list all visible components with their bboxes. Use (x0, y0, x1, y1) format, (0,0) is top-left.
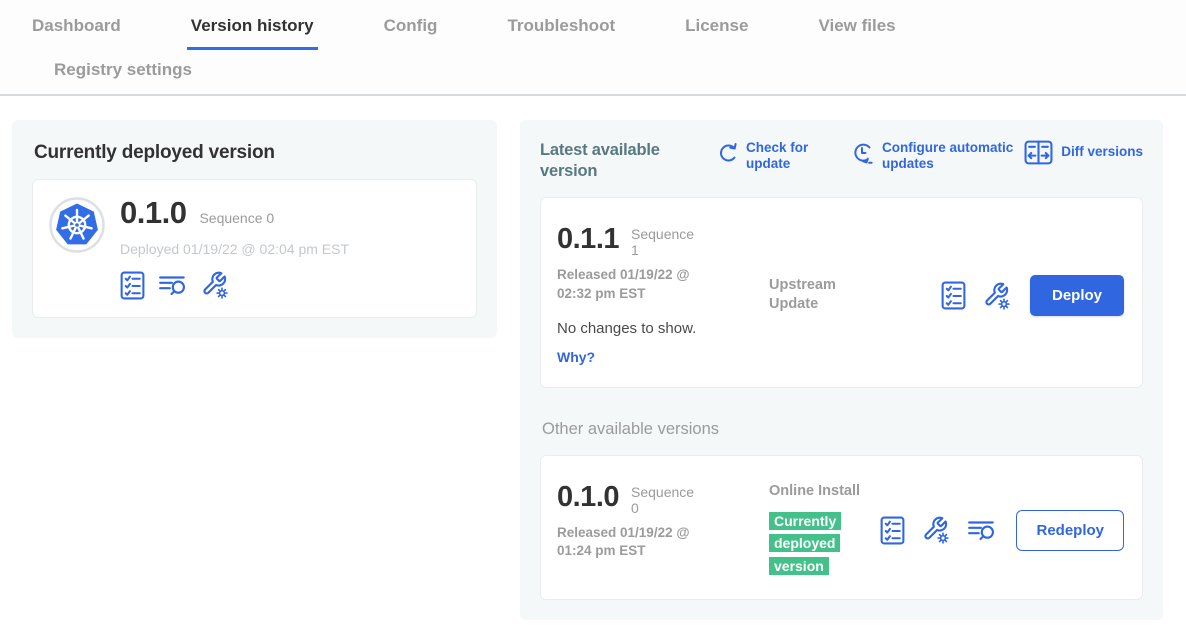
deploy-logs-icon[interactable] (967, 517, 997, 543)
deployed-timestamp: Deployed 01/19/22 @ 02:04 pm EST (120, 241, 349, 257)
why-link[interactable]: Why? (557, 349, 595, 365)
check-for-update-label: Check for update (746, 140, 828, 172)
tab-view-files[interactable]: View files (814, 16, 899, 50)
other-version-number: 0.1.0 (557, 482, 619, 512)
latest-sequence-label: Sequence 1 (631, 224, 703, 258)
preflight-checklist-icon[interactable] (880, 516, 905, 545)
other-card-actions: Redeploy (880, 510, 1124, 551)
latest-released-timestamp: Released 01/19/22 @ 02:32 pm EST (557, 266, 722, 302)
nav-row-1: Dashboard Version history Config Trouble… (0, 16, 1186, 50)
latest-card-actions: Deploy (941, 275, 1124, 316)
preflight-checklist-icon[interactable] (120, 271, 145, 300)
diff-versions-label: Diff versions (1061, 144, 1143, 160)
latest-version-card: 0.1.1 Sequence 1 Released 01/19/22 @ 02:… (540, 197, 1143, 388)
main-nav: Dashboard Version history Config Trouble… (0, 0, 1186, 96)
no-changes-text: No changes to show. (557, 320, 769, 337)
currently-deployed-badge: Currently deployed version (769, 512, 841, 576)
deployed-version-number: 0.1.0 (120, 197, 186, 230)
other-card-info: 0.1.0 Sequence 0 Released 01/19/22 @ 01:… (557, 482, 769, 579)
tab-registry-settings[interactable]: Registry settings (50, 60, 196, 82)
diff-versions-link[interactable]: Diff versions (1024, 140, 1143, 165)
other-versions-title: Other available versions (542, 420, 1143, 439)
check-for-update-link[interactable]: Check for update (716, 140, 828, 172)
currently-deployed-panel: Currently deployed version (12, 120, 497, 338)
tab-license[interactable]: License (681, 16, 752, 50)
redeploy-button[interactable]: Redeploy (1016, 510, 1124, 551)
config-wrench-icon[interactable] (922, 516, 950, 544)
nav-row-2: Registry settings (0, 50, 1186, 94)
diff-versions-icon[interactable] (1024, 140, 1053, 165)
page-body: Currently deployed version (0, 96, 1186, 620)
deployed-sequence-label: Sequence 0 (199, 210, 274, 226)
latest-source-label: Upstream Update (769, 224, 877, 367)
deployed-version-info: 0.1.0 Sequence 0 Deployed 01/19/22 @ 02:… (120, 197, 349, 300)
deployed-action-icons (120, 271, 349, 300)
kubernetes-logo-icon (49, 197, 105, 253)
config-wrench-icon[interactable] (201, 271, 229, 299)
other-source-column: Online Install Currently deployed versio… (769, 482, 877, 579)
tab-config[interactable]: Config (380, 16, 442, 50)
other-version-card: 0.1.0 Sequence 0 Released 01/19/22 @ 01:… (540, 455, 1143, 600)
deployed-version-card: 0.1.0 Sequence 0 Deployed 01/19/22 @ 02:… (32, 179, 477, 318)
latest-card-info: 0.1.1 Sequence 1 Released 01/19/22 @ 02:… (557, 224, 769, 367)
other-released-timestamp: Released 01/19/22 @ 01:24 pm EST (557, 524, 722, 560)
tab-dashboard[interactable]: Dashboard (28, 16, 125, 50)
refresh-icon[interactable] (716, 140, 738, 164)
latest-version-header: Latest available version Check for updat… (540, 140, 1143, 181)
tab-troubleshoot[interactable]: Troubleshoot (503, 16, 619, 50)
available-versions-panel: Latest available version Check for updat… (520, 120, 1163, 620)
configure-automatic-updates-link[interactable]: Configure automatic updates (850, 140, 1018, 172)
latest-version-title: Latest available version (540, 140, 692, 181)
config-wrench-icon[interactable] (983, 282, 1011, 310)
currently-deployed-badge-wrap: Currently deployed version (769, 511, 851, 579)
tab-version-history[interactable]: Version history (187, 16, 318, 50)
auto-update-clock-icon[interactable] (850, 140, 874, 166)
deploy-logs-icon[interactable] (158, 272, 188, 298)
preflight-checklist-icon[interactable] (941, 281, 966, 310)
currently-deployed-title: Currently deployed version (34, 142, 477, 164)
latest-version-number: 0.1.1 (557, 224, 619, 254)
other-sequence-label: Sequence 0 (631, 482, 703, 516)
configure-automatic-updates-label: Configure automatic updates (882, 140, 1018, 172)
other-source-label: Online Install (769, 482, 877, 501)
deploy-button[interactable]: Deploy (1030, 275, 1124, 316)
